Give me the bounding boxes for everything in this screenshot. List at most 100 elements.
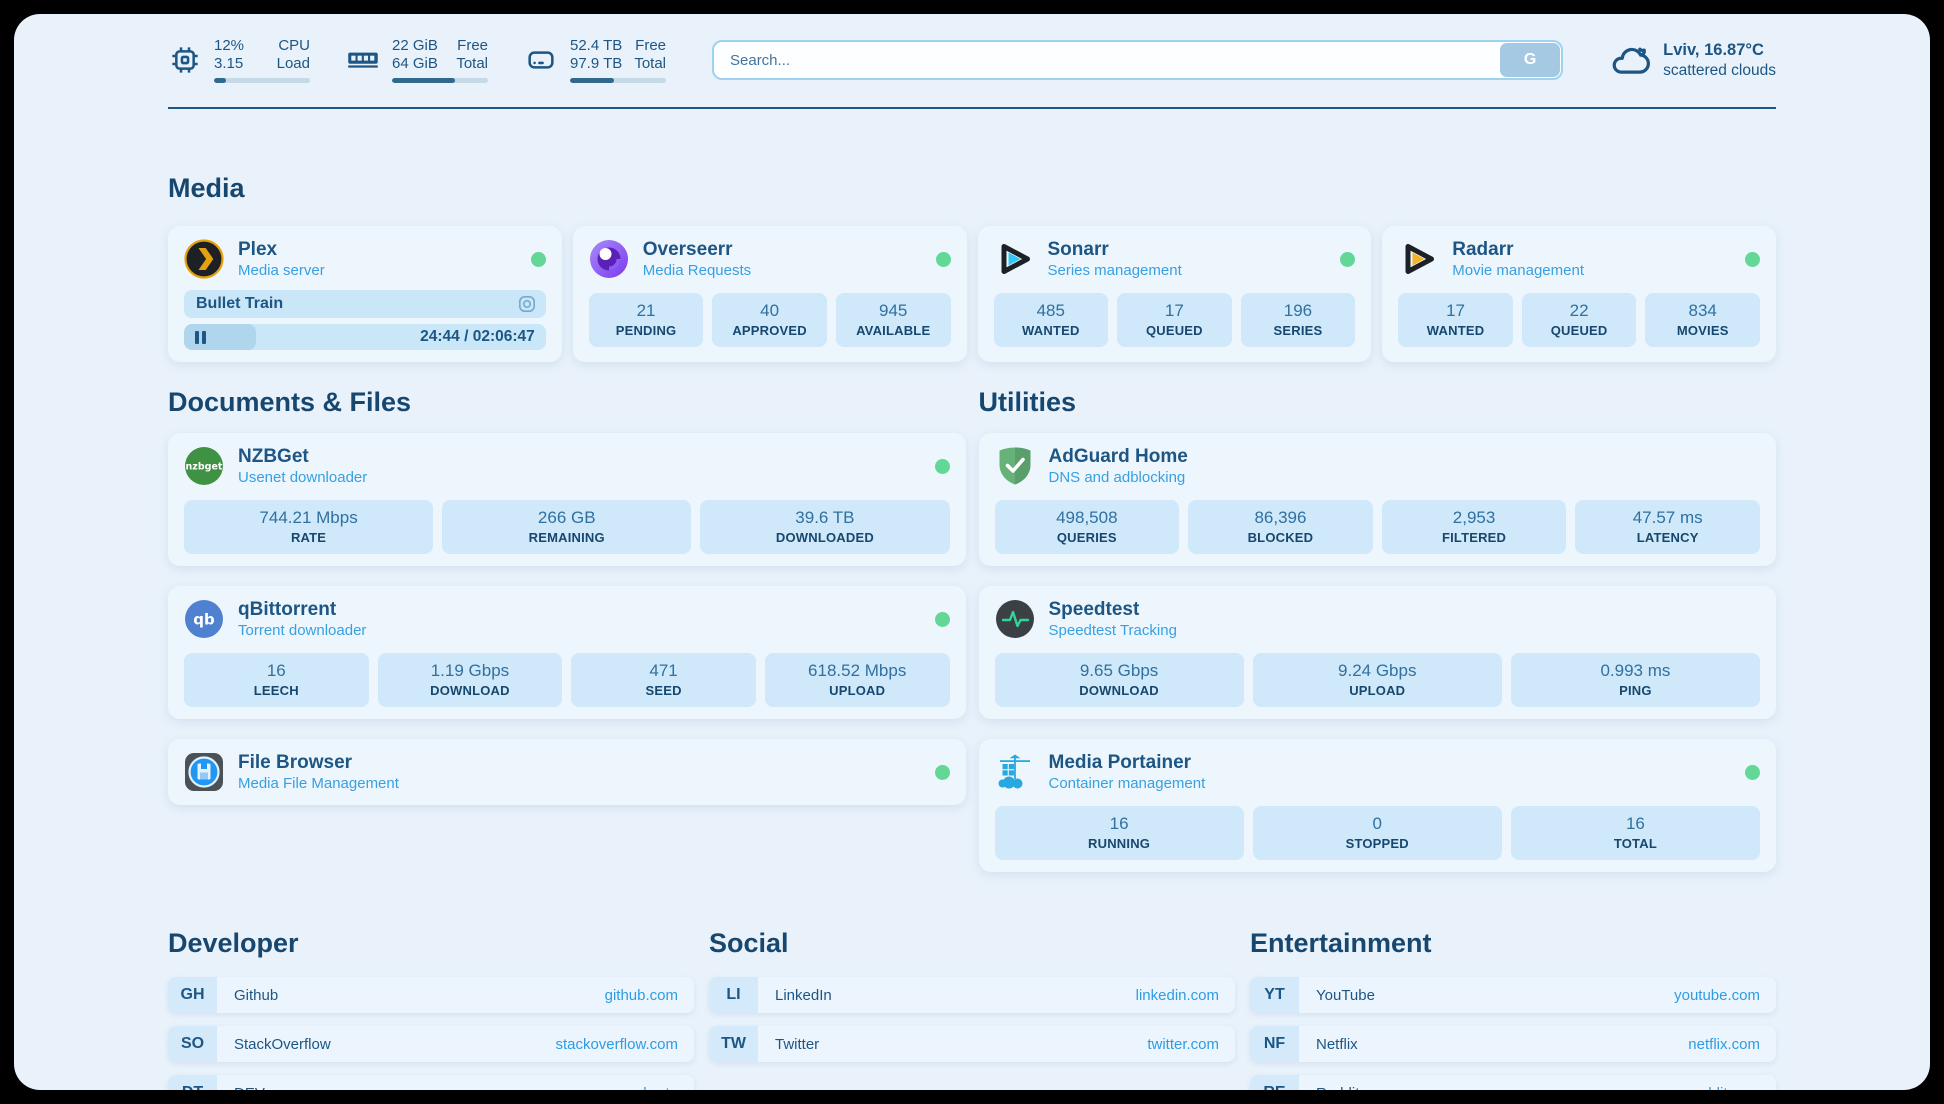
app-title: Radarr	[1452, 238, 1584, 261]
stat-box-rate: 744.21 MbpsRATE	[184, 500, 433, 554]
usage-bar	[570, 78, 666, 83]
stat-label: DOWNLOAD	[999, 682, 1240, 699]
usage-bar	[392, 78, 488, 83]
search-input[interactable]	[712, 40, 1563, 80]
system-stat-labels: FreeTotal	[634, 37, 666, 73]
app-card-adguard-home[interactable]: AdGuard HomeDNS and adblocking 498,508QUE…	[979, 433, 1777, 566]
link-abbreviation: TW	[709, 1026, 758, 1062]
stat-value: 266 GB	[446, 507, 687, 529]
weather-location-temp: Lviv, 16.87°C	[1663, 40, 1776, 61]
stat-value: 16	[188, 660, 365, 682]
stat-value: 945	[840, 300, 947, 322]
stat-box-stopped: 0STOPPED	[1253, 806, 1502, 860]
stat-value: 2,953	[1386, 507, 1563, 529]
app-card-titles: RadarrMovie management	[1452, 238, 1584, 280]
stat-label: PING	[1515, 682, 1756, 699]
stat-label: SERIES	[1245, 322, 1352, 339]
dashboard-panel: 12%3.15CPULoad22 GiB64 GiBFreeTotal52.4 …	[14, 14, 1930, 1090]
link-list: LILinkedInlinkedin.comTWTwittertwitter.c…	[709, 977, 1235, 1062]
app-title: Sonarr	[1048, 238, 1182, 261]
app-subtitle: Media File Management	[238, 774, 399, 793]
media-session-icon[interactable]	[518, 295, 536, 313]
stat-value: 471	[575, 660, 752, 682]
app-title: File Browser	[238, 751, 399, 774]
status-dot	[531, 252, 546, 267]
stat-value: 17	[1402, 300, 1509, 322]
app-card-qbittorrent[interactable]: qbqBittorrentTorrent downloader16LEECH1.…	[168, 586, 966, 719]
status-dot	[936, 252, 951, 267]
usage-bar-fill	[214, 78, 226, 83]
stat-value: 1.19 Gbps	[382, 660, 559, 682]
app-card-nzbget[interactable]: nzbgetNZBGetUsenet downloader744.21 Mbps…	[168, 433, 966, 566]
app-card-radarr[interactable]: RadarrMovie management17WANTED22QUEUED83…	[1382, 226, 1776, 362]
section-title-utilities: Utilities	[979, 387, 1777, 418]
link-row-github[interactable]: GHGithubgithub.com	[168, 977, 694, 1013]
link-row-linkedin[interactable]: LILinkedInlinkedin.com	[709, 977, 1235, 1013]
app-card-plex[interactable]: PlexMedia serverBullet Train24:44 / 02:0…	[168, 226, 562, 362]
app-subtitle: Container management	[1049, 774, 1206, 793]
system-stat-values: 12%3.15	[214, 37, 244, 73]
stat-box-upload: 618.52 MbpsUPLOAD	[765, 653, 950, 707]
stat-label: WANTED	[998, 322, 1105, 339]
system-stat-labels: CPULoad	[277, 37, 310, 73]
stat-value: 16	[1515, 813, 1756, 835]
link-row-stackoverflow[interactable]: SOStackOverflowstackoverflow.com	[168, 1026, 694, 1062]
app-card-titles: OverseerrMedia Requests	[643, 238, 751, 280]
stat-label: AVAILABLE	[840, 322, 947, 339]
app-card-sonarr[interactable]: SonarrSeries management485WANTED17QUEUED…	[978, 226, 1372, 362]
app-stats-row: 9.65 GbpsDOWNLOAD9.24 GbpsUPLOAD0.993 ms…	[995, 653, 1761, 707]
stat-value: 0	[1257, 813, 1498, 835]
link-row-twitter[interactable]: TWTwittertwitter.com	[709, 1026, 1235, 1062]
search-engine-button[interactable]: G	[1500, 43, 1560, 77]
link-label: DEV	[234, 1085, 265, 1091]
stat-label: STOPPED	[1257, 835, 1498, 852]
stat-value: 498,508	[999, 507, 1176, 529]
app-card-header: SonarrSeries management	[994, 238, 1356, 280]
link-row-youtube[interactable]: YTYouTubeyoutube.com	[1250, 977, 1776, 1013]
status-dot	[1340, 252, 1355, 267]
bookmark-groups: DeveloperGHGithubgithub.comSOStackOverfl…	[168, 928, 1776, 1090]
usage-bar-fill	[392, 78, 455, 83]
plex-icon	[184, 239, 224, 279]
app-card-overseerr[interactable]: OverseerrMedia Requests21PENDING40APPROV…	[573, 226, 967, 362]
app-card-media-portainer[interactable]: Media PortainerContainer management16RUN…	[979, 739, 1777, 872]
app-card-speedtest[interactable]: SpeedtestSpeedtest Tracking 9.65 GbpsDOWN…	[979, 586, 1777, 719]
system-stat-ram: 22 GiB64 GiBFreeTotal	[346, 37, 488, 83]
link-abbreviation: GH	[168, 977, 217, 1013]
radarr-icon	[1398, 239, 1438, 279]
app-card-file-browser[interactable]: File BrowserMedia File Management	[168, 739, 966, 805]
app-card-header: AdGuard HomeDNS and adblocking	[995, 445, 1761, 487]
stat-value: 485	[998, 300, 1105, 322]
link-row-netflix[interactable]: NFNetflixnetflix.com	[1250, 1026, 1776, 1062]
app-card-titles: AdGuard HomeDNS and adblocking	[1049, 445, 1188, 487]
filebrowser-icon	[184, 752, 224, 792]
stat-label: REMAINING	[446, 529, 687, 546]
stat-label: APPROVED	[716, 322, 823, 339]
stat-value: 47.57 ms	[1579, 507, 1756, 529]
utilities-column: Utilities AdGuard HomeDNS and adblocking…	[979, 362, 1777, 872]
playback-progress-bar[interactable]: 24:44 / 02:06:47	[184, 324, 546, 350]
link-label: StackOverflow	[234, 1036, 331, 1053]
stat-box-queued: 22QUEUED	[1522, 293, 1637, 347]
link-row-dev[interactable]: DTDEVdev.to	[168, 1075, 694, 1090]
middle-columns: Documents & Files nzbgetNZBGetUsenet dow…	[168, 362, 1776, 872]
overseerr-icon	[589, 239, 629, 279]
stat-box-remaining: 266 GBREMAINING	[442, 500, 691, 554]
stat-box-queries: 498,508QUERIES	[995, 500, 1180, 554]
pause-icon[interactable]	[195, 331, 206, 344]
stat-label: QUEUED	[1121, 322, 1228, 339]
link-row-reddit[interactable]: RERedditreddit.com	[1250, 1075, 1776, 1090]
stat-label: PENDING	[593, 322, 700, 339]
link-label: Twitter	[775, 1036, 819, 1053]
stat-box-blocked: 86,396BLOCKED	[1188, 500, 1373, 554]
section-title-entertainment: Entertainment	[1250, 928, 1776, 959]
app-card-header: RadarrMovie management	[1398, 238, 1760, 280]
section-title-media: Media	[168, 173, 1776, 204]
stat-label: QUERIES	[999, 529, 1176, 546]
stat-value: 834	[1649, 300, 1756, 322]
disk-icon	[524, 43, 558, 77]
app-card-header: SpeedtestSpeedtest Tracking	[995, 598, 1761, 640]
link-group-social: SocialLILinkedInlinkedin.comTWTwittertwi…	[709, 928, 1235, 1090]
stat-box-latency: 47.57 msLATENCY	[1575, 500, 1760, 554]
playback-time: 24:44 / 02:06:47	[420, 324, 535, 350]
